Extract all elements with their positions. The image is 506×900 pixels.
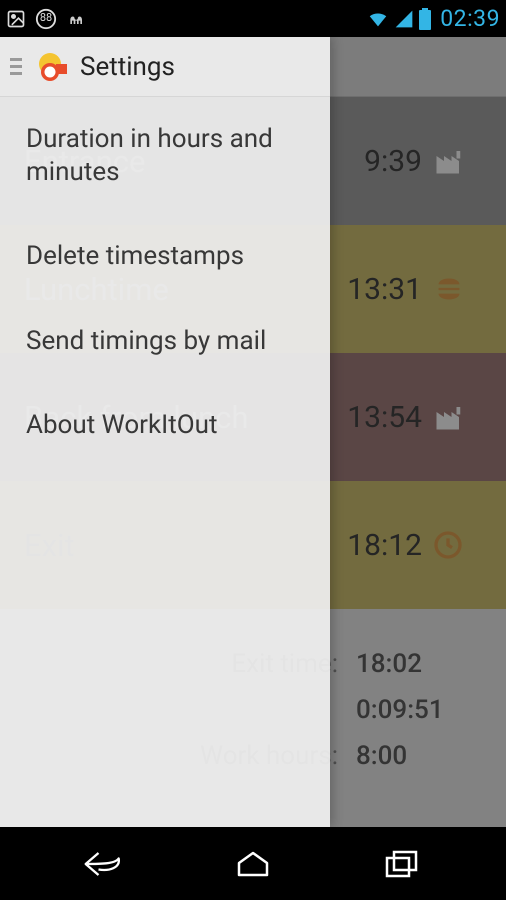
menu-icon[interactable]: [8, 58, 26, 75]
nav-bar: [0, 827, 506, 900]
battery-pct-icon: 88: [35, 8, 57, 30]
recent-apps-button[interactable]: [357, 839, 447, 889]
drawer-item-duration[interactable]: Duration in hours and minutes: [0, 97, 330, 214]
wifi-icon: [366, 8, 390, 30]
status-clock: 02:39: [440, 5, 500, 32]
cell-signal-icon: [394, 9, 414, 29]
status-bar: 88 02:39: [0, 0, 506, 37]
settings-drawer: Settings Duration in hours and minutes D…: [0, 37, 330, 827]
camel-icon: [66, 9, 88, 29]
app-icon: [36, 50, 70, 84]
drawer-header: Settings: [0, 37, 330, 97]
picture-icon: [6, 9, 26, 29]
home-button[interactable]: [208, 839, 298, 889]
battery-pct: 88: [35, 11, 57, 24]
drawer-item-about[interactable]: About WorkItOut: [0, 383, 330, 468]
back-button[interactable]: [59, 839, 149, 889]
drawer-title: Settings: [80, 52, 175, 82]
drawer-item-delete[interactable]: Delete timestamps: [0, 214, 330, 299]
battery-icon: [418, 8, 432, 30]
drawer-item-send-mail[interactable]: Send timings by mail: [0, 299, 330, 384]
